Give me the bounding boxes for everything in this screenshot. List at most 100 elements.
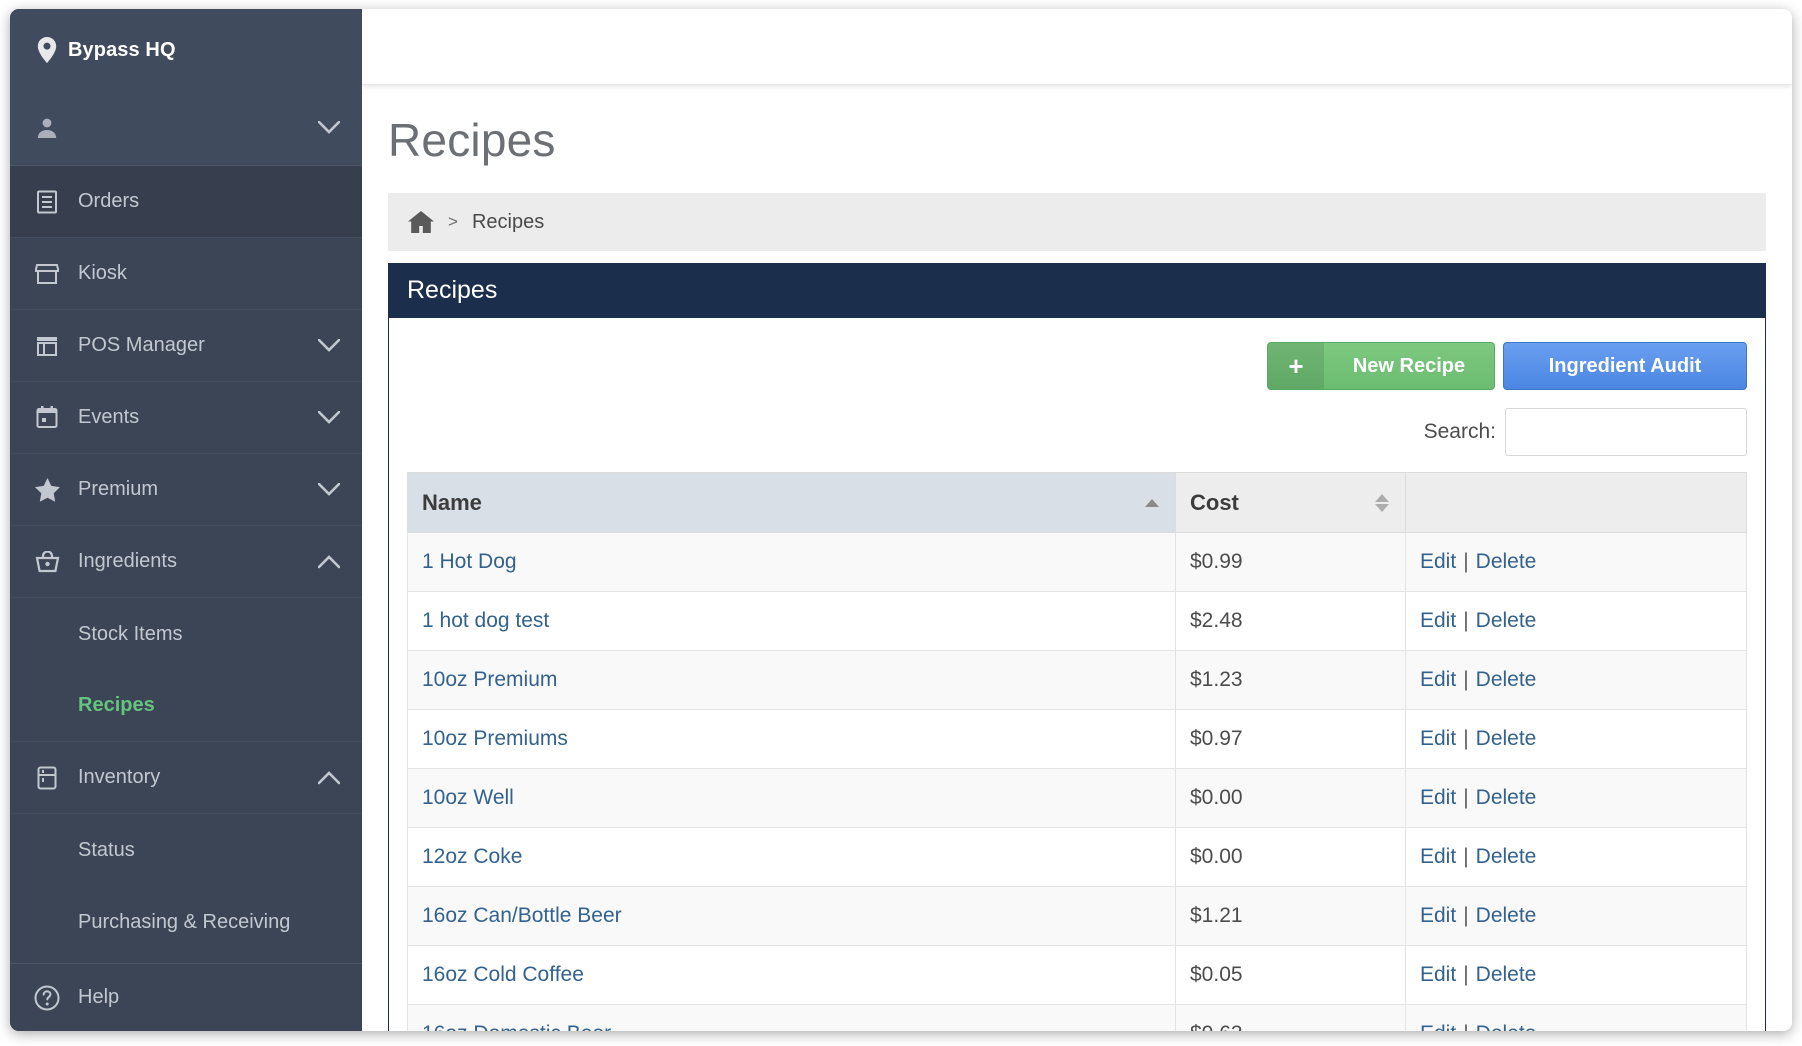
recipe-name-link[interactable]: 10oz Premiums	[422, 727, 568, 750]
sidebar-item-label: Premium	[78, 478, 159, 500]
panel-action-buttons: + New Recipe Ingredient Audit	[407, 336, 1747, 390]
star-icon	[32, 477, 62, 502]
sidebar-subitem-purchasing-receiving[interactable]: Purchasing & Receiving	[10, 886, 362, 958]
sidebar-brand[interactable]: Bypass HQ	[10, 9, 362, 91]
recipe-name-link[interactable]: 16oz Domestic Beer	[422, 1022, 611, 1031]
user-icon	[32, 116, 62, 140]
table-header-row: Name Cost	[407, 472, 1747, 533]
delete-link[interactable]: Delete	[1476, 845, 1537, 868]
sidebar: Bypass HQ Orders Kiosk POS Manager Event…	[10, 9, 362, 1031]
cell-actions: Edit | Delete	[1405, 709, 1747, 769]
home-icon[interactable]	[408, 210, 434, 234]
sidebar-item-label: Ingredients	[78, 550, 177, 572]
chevron-up-icon	[318, 554, 340, 569]
sidebar-subitem-label: Status	[78, 838, 135, 861]
edit-link[interactable]: Edit	[1420, 845, 1456, 868]
recipe-name-link[interactable]: 1 hot dog test	[422, 609, 549, 632]
recipe-name-link[interactable]: 16oz Cold Coffee	[422, 963, 584, 986]
sidebar-subitem-label: Stock Items	[78, 622, 183, 645]
delete-link[interactable]: Delete	[1476, 963, 1537, 986]
column-header-label: Cost	[1190, 489, 1239, 515]
location-pin-icon	[32, 37, 62, 63]
breadcrumb: > Recipes	[388, 193, 1766, 251]
sidebar-item-pos-manager[interactable]: POS Manager	[10, 310, 362, 382]
kiosk-icon	[32, 263, 62, 285]
action-separator: |	[1463, 668, 1469, 691]
action-separator: |	[1463, 550, 1469, 573]
table-row: 16oz Domestic Beer $0.63 Edit | Delete	[407, 1004, 1747, 1031]
recipe-name-link[interactable]: 16oz Can/Bottle Beer	[422, 904, 622, 927]
delete-link[interactable]: Delete	[1476, 1022, 1537, 1031]
edit-link[interactable]: Edit	[1420, 550, 1456, 573]
cell-actions: Edit | Delete	[1405, 768, 1747, 828]
cell-name: 1 Hot Dog	[407, 532, 1176, 592]
delete-link[interactable]: Delete	[1476, 786, 1537, 809]
cell-cost: $0.00	[1175, 768, 1406, 828]
search-row: Search:	[407, 390, 1747, 472]
recipe-name-link[interactable]: 10oz Well	[422, 786, 514, 809]
sidebar-item-inventory[interactable]: Inventory	[10, 742, 362, 814]
table-row: 12oz Coke $0.00 Edit | Delete	[407, 827, 1747, 887]
sidebar-item-premium[interactable]: Premium	[10, 454, 362, 526]
table-body: 1 Hot Dog $0.99 Edit | Delete 1 hot dog test $…	[407, 532, 1747, 1031]
cell-actions: Edit | Delete	[1405, 650, 1747, 710]
delete-link[interactable]: Delete	[1476, 727, 1537, 750]
recipe-name-link[interactable]: 1 Hot Dog	[422, 550, 517, 573]
delete-link[interactable]: Delete	[1476, 668, 1537, 691]
column-header-cost[interactable]: Cost	[1175, 472, 1406, 533]
cell-cost: $0.05	[1175, 945, 1406, 1005]
delete-link[interactable]: Delete	[1476, 609, 1537, 632]
fridge-icon	[32, 766, 62, 790]
new-recipe-button[interactable]: + New Recipe	[1267, 342, 1495, 390]
action-separator: |	[1463, 963, 1469, 986]
column-header-name[interactable]: Name	[407, 472, 1176, 533]
page-title: Recipes	[388, 114, 556, 166]
sidebar-item-ingredients[interactable]: Ingredients	[10, 526, 362, 598]
ingredient-audit-button[interactable]: Ingredient Audit	[1503, 342, 1747, 390]
cell-name: 16oz Cold Coffee	[407, 945, 1176, 1005]
recipe-name-link[interactable]: 10oz Premium	[422, 668, 557, 691]
cell-cost: $0.99	[1175, 532, 1406, 592]
cell-actions: Edit | Delete	[1405, 1004, 1747, 1031]
page-content: Recipes > Recipes Recipes + New Recipe I…	[362, 85, 1792, 1031]
edit-link[interactable]: Edit	[1420, 727, 1456, 750]
sidebar-user-menu[interactable]	[10, 91, 362, 166]
edit-link[interactable]: Edit	[1420, 904, 1456, 927]
search-input[interactable]	[1505, 408, 1747, 456]
recipe-name-link[interactable]: 12oz Coke	[422, 845, 522, 868]
sidebar-item-orders[interactable]: Orders	[10, 166, 362, 238]
column-header-label: Name	[422, 489, 482, 515]
breadcrumb-separator: >	[448, 212, 458, 231]
sidebar-subitem-recipes[interactable]: Recipes	[10, 670, 362, 742]
recipes-panel: Recipes + New Recipe Ingredient Audit Se…	[388, 263, 1766, 1031]
delete-link[interactable]: Delete	[1476, 904, 1537, 927]
action-separator: |	[1463, 845, 1469, 868]
table-row: 10oz Premium $1.23 Edit | Delete	[407, 650, 1747, 710]
table-header: Name Cost	[407, 472, 1747, 533]
edit-link[interactable]: Edit	[1420, 1022, 1456, 1031]
cell-actions: Edit | Delete	[1405, 532, 1747, 592]
sidebar-item-label: Help	[78, 986, 120, 1008]
edit-link[interactable]: Edit	[1420, 609, 1456, 632]
cell-name: 10oz Premiums	[407, 709, 1176, 769]
sidebar-item-help[interactable]: Help	[10, 963, 362, 1031]
sidebar-subitem-label: Recipes	[78, 694, 155, 716]
calendar-icon	[32, 406, 62, 429]
sidebar-item-events[interactable]: Events	[10, 382, 362, 454]
panel-title: Recipes	[389, 263, 1765, 318]
sidebar-subitem-status[interactable]: Status	[10, 814, 362, 886]
table-row: 10oz Premiums $0.97 Edit | Delete	[407, 709, 1747, 769]
delete-link[interactable]: Delete	[1476, 550, 1537, 573]
sort-unsorted-icon	[1375, 493, 1389, 512]
sidebar-subitem-stock-items[interactable]: Stock Items	[10, 598, 362, 670]
chevron-up-icon	[318, 770, 340, 785]
edit-link[interactable]: Edit	[1420, 786, 1456, 809]
edit-link[interactable]: Edit	[1420, 668, 1456, 691]
action-separator: |	[1463, 1022, 1468, 1031]
sidebar-item-label: Orders	[78, 190, 140, 212]
edit-link[interactable]: Edit	[1420, 963, 1456, 986]
sidebar-item-kiosk[interactable]: Kiosk	[10, 238, 362, 310]
action-separator: |	[1463, 786, 1469, 809]
cell-cost: $0.63	[1175, 1004, 1406, 1031]
basket-icon	[32, 550, 62, 573]
